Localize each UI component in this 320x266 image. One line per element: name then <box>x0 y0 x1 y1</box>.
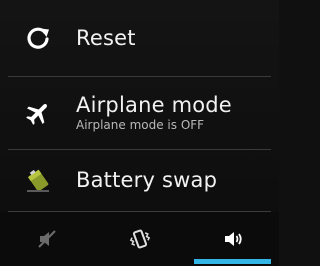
power-options-menu: Reset Airplane mode Airplane mode is OFF <box>0 0 279 266</box>
airplane-mode-option[interactable]: Airplane mode Airplane mode is OFF <box>0 76 279 149</box>
sound-mode-bar <box>0 212 279 266</box>
silent-mode-button[interactable] <box>0 212 93 266</box>
selected-indicator <box>194 259 271 264</box>
sound-on-icon <box>221 227 245 251</box>
reset-option[interactable]: Reset <box>0 0 279 76</box>
vibrate-mode-button[interactable] <box>93 212 186 266</box>
battery-swap-option[interactable]: Battery swap <box>0 149 279 211</box>
silent-icon <box>36 228 58 250</box>
battery-swap-label: Battery swap <box>76 168 218 192</box>
airplane-mode-status: Airplane mode is OFF <box>76 117 205 132</box>
reset-icon <box>0 0 76 76</box>
sound-on-mode-button[interactable] <box>186 212 279 266</box>
airplane-icon <box>0 76 76 149</box>
airplane-mode-label: Airplane mode <box>76 92 232 117</box>
battery-swap-icon <box>0 149 76 211</box>
reset-label: Reset <box>76 26 136 50</box>
vibrate-icon <box>128 227 152 251</box>
